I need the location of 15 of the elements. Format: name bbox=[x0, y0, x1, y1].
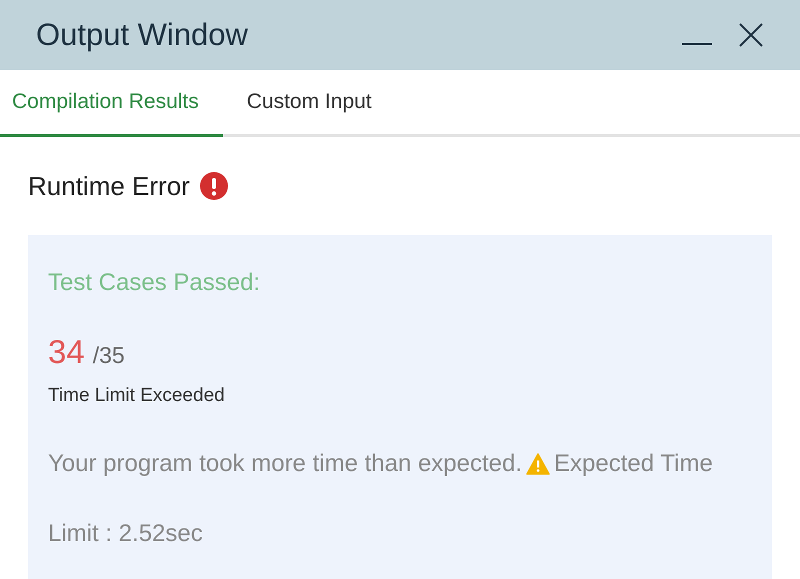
minimize-icon bbox=[682, 43, 712, 45]
verdict-text: Time Limit Exceeded bbox=[48, 385, 226, 407]
passed-count: 34 bbox=[48, 333, 85, 371]
close-button[interactable] bbox=[738, 22, 764, 48]
warning-icon bbox=[526, 453, 550, 475]
tab[interactable]: Compilation Results bbox=[0, 70, 223, 137]
message-text: Your program took more time than expected. bbox=[48, 449, 522, 479]
close-icon bbox=[738, 22, 764, 48]
total-count: /35 bbox=[92, 342, 125, 369]
test-cases-label: Test Cases Passed: bbox=[48, 269, 262, 297]
tab[interactable]: Custom Input bbox=[234, 70, 386, 137]
message-text: Expected Time bbox=[554, 449, 713, 479]
message-text: Limit : 2.52sec bbox=[48, 519, 203, 549]
window-title: Output Window bbox=[36, 17, 248, 53]
result-heading: Runtime Error bbox=[28, 170, 190, 202]
